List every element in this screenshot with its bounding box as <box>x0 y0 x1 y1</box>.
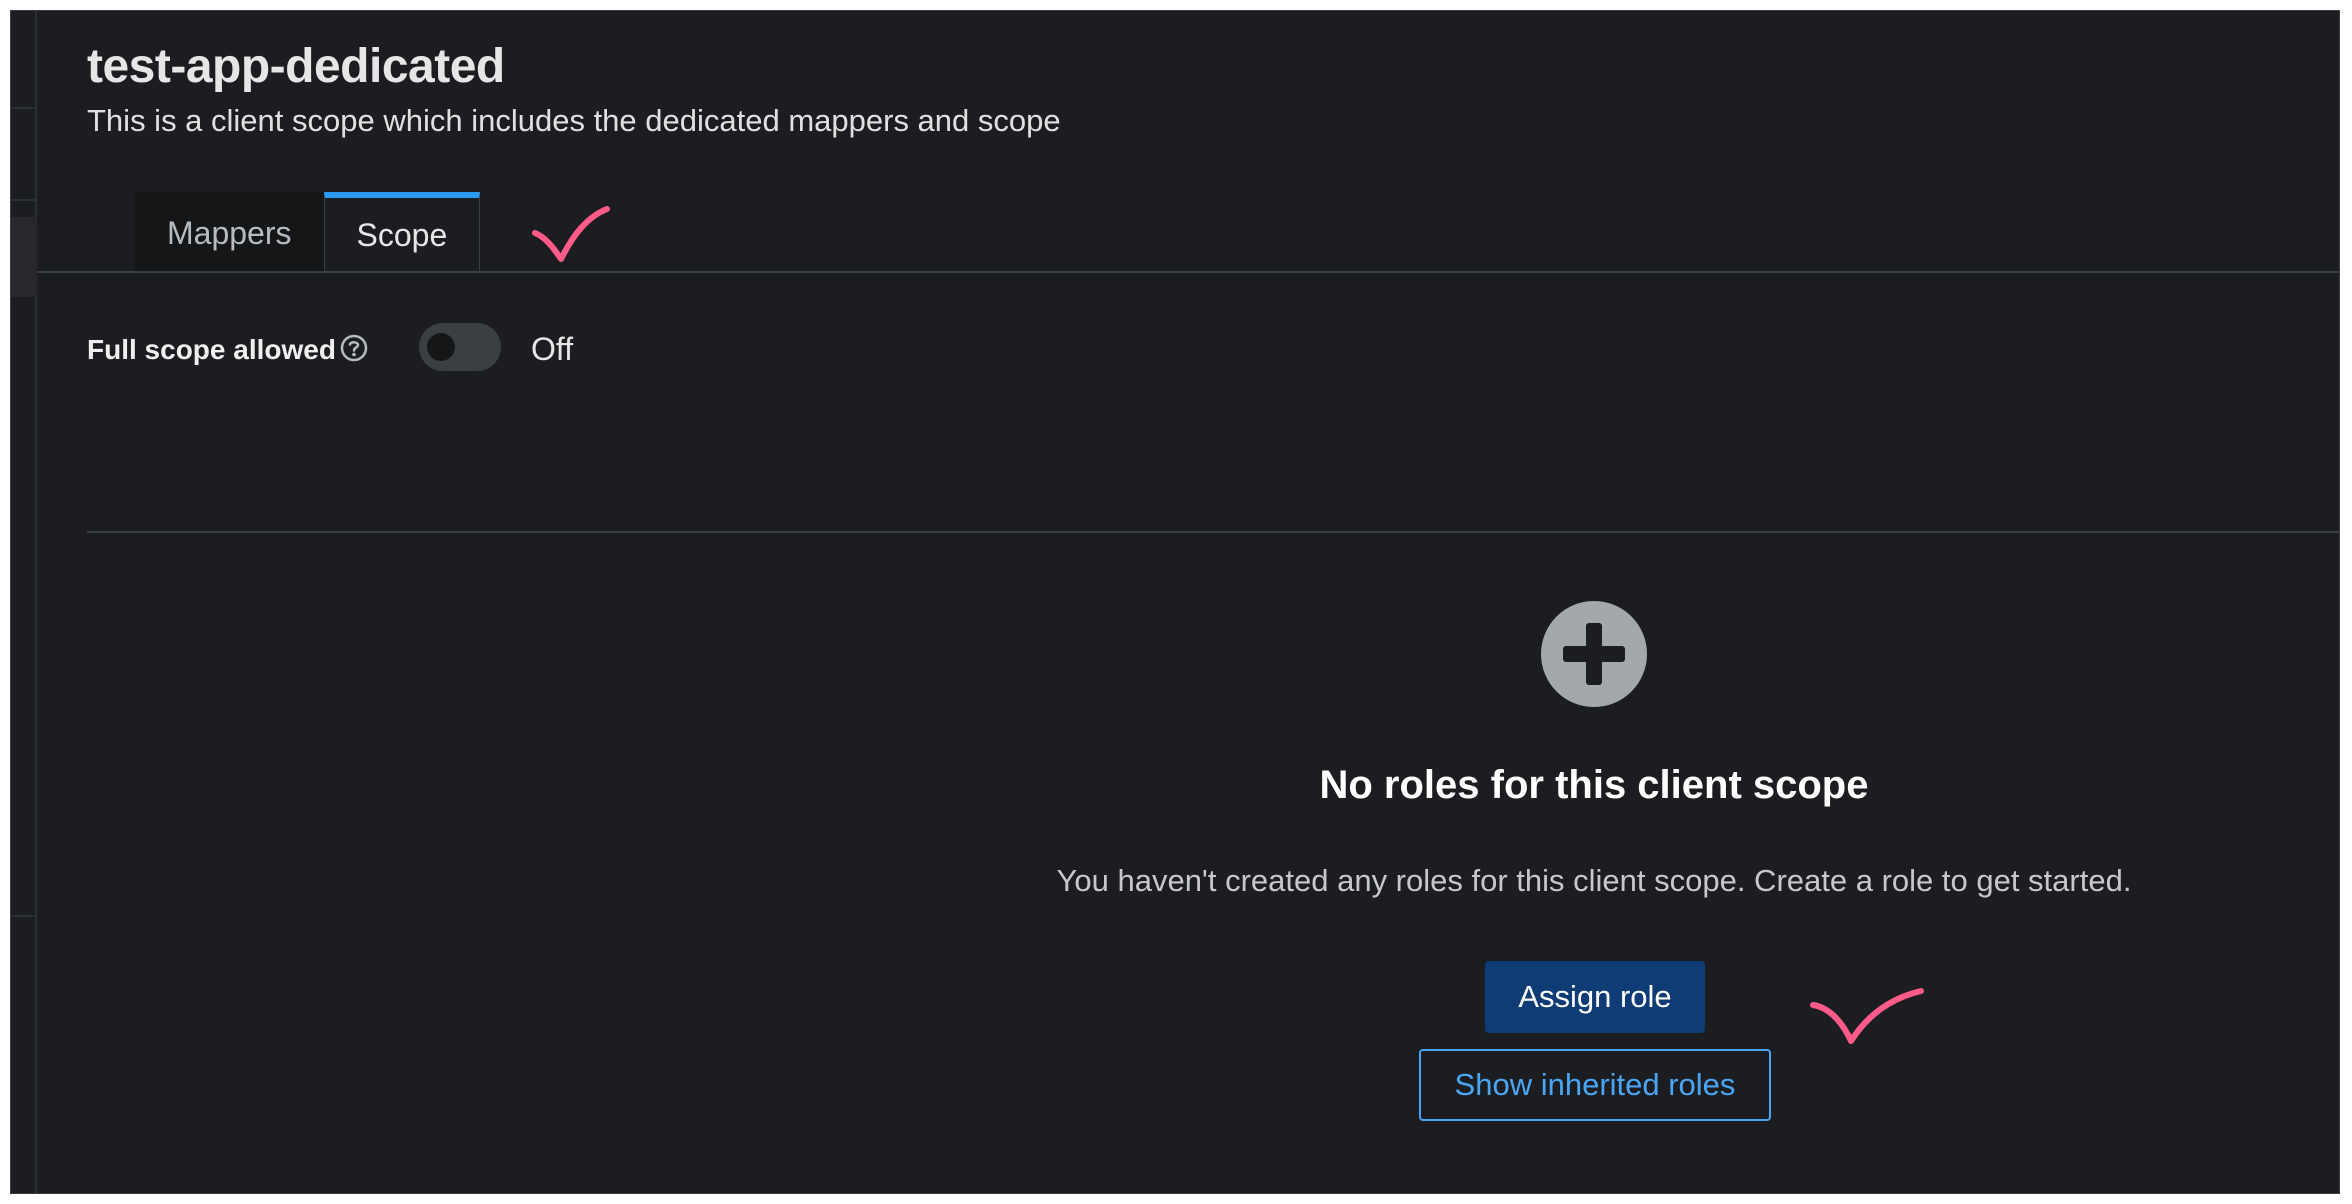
sidebar-divider <box>11 915 37 917</box>
tab-scope[interactable]: Scope <box>323 192 481 272</box>
toggle-knob <box>427 333 455 361</box>
sidebar-divider <box>11 107 37 109</box>
page-subtitle: This is a client scope which includes th… <box>87 103 1061 138</box>
full-scope-label: Full scope allowed <box>87 334 336 365</box>
tab-bar: Mappers Scope <box>135 192 481 272</box>
show-inherited-roles-button[interactable]: Show inherited roles <box>1419 1049 1771 1121</box>
app-window: test-app-dedicated This is a client scop… <box>10 10 2340 1194</box>
tab-mappers[interactable]: Mappers <box>135 192 324 272</box>
empty-state-body: You haven't created any roles for this c… <box>1056 863 2132 898</box>
plus-circle-icon <box>1541 601 1647 707</box>
sidebar-edge <box>11 11 37 1193</box>
toggle-state-label: Off <box>531 331 574 367</box>
page-title: test-app-dedicated <box>87 40 505 93</box>
tab-bar-divider <box>37 271 2339 273</box>
sidebar-divider <box>11 199 37 201</box>
checkmark-icon <box>1810 988 1924 1044</box>
question-circle-icon[interactable] <box>339 333 369 363</box>
sidebar-active-item-edge[interactable] <box>11 217 37 297</box>
assign-role-button[interactable]: Assign role <box>1485 961 1705 1033</box>
section-divider <box>87 531 2339 533</box>
checkmark-icon <box>532 206 610 262</box>
empty-state-title: No roles for this client scope <box>1319 763 1869 807</box>
full-scope-toggle[interactable] <box>419 323 501 371</box>
